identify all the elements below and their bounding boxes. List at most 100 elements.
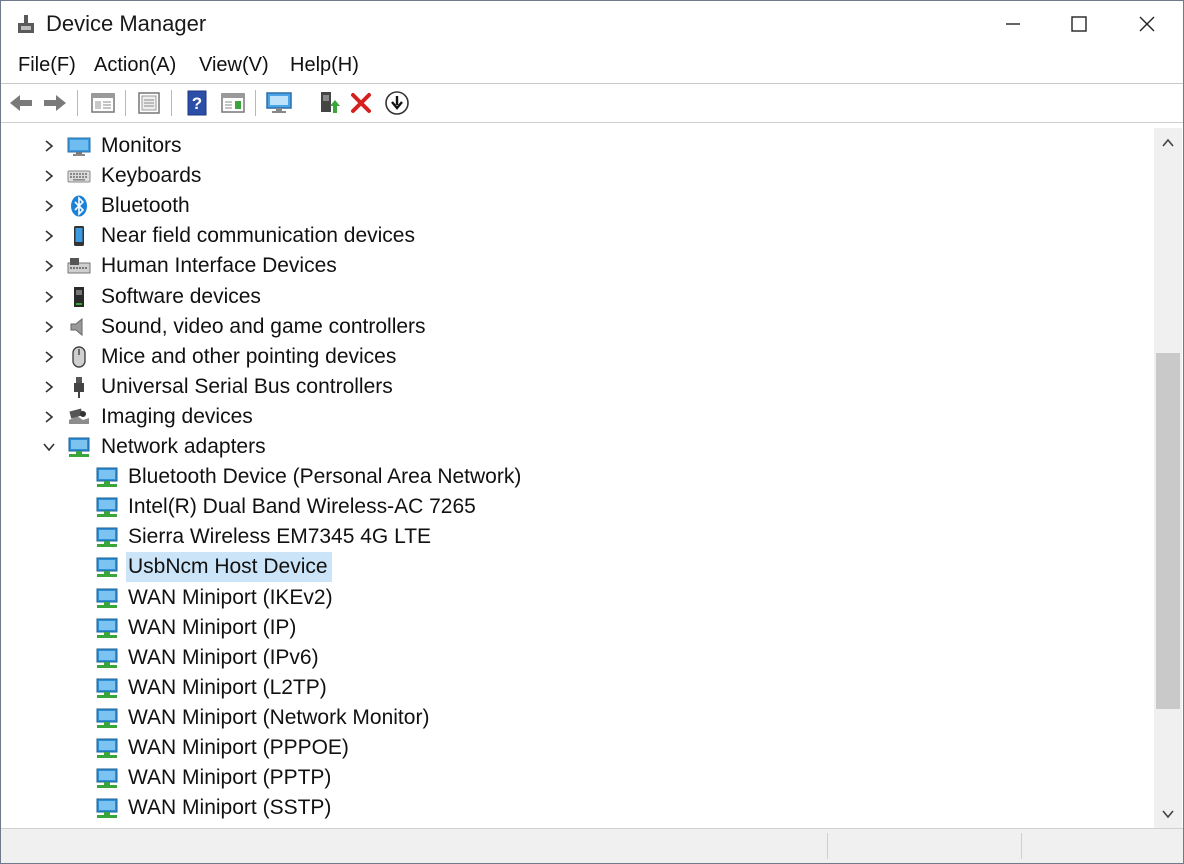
toolbar-separator [125,90,126,116]
maximize-button[interactable] [1045,1,1113,47]
properties-button[interactable] [135,89,163,117]
tree-category-label: Network adapters [101,435,266,458]
network-adapter-icon [96,798,118,819]
show-hide-tree-icon [91,93,115,113]
tree-device-item[interactable]: Intel(R) Dual Band Wireless-AC 7265 [5,492,1145,522]
chevron-right-icon[interactable] [41,258,57,274]
back-button[interactable] [7,89,35,117]
keyboard-icon [67,170,91,183]
tree-device-item[interactable]: WAN Miniport (PPPOE) [5,733,1145,763]
tree-category[interactable]: Universal Serial Bus controllers [5,372,1145,402]
maximize-icon [1071,16,1087,32]
chevron-right-icon[interactable] [41,319,57,335]
network-adapter-icon [96,708,118,728]
tree-device-item[interactable]: WAN Miniport (IP) [5,613,1145,643]
scroll-down-icon[interactable] [1159,805,1177,823]
action-pane-button[interactable] [219,89,247,117]
properties-icon [138,92,160,114]
tree-category-label: Human Interface Devices [101,254,337,278]
help-icon: ? [187,90,207,116]
menu-file[interactable]: File(F) [18,51,76,79]
tree-category[interactable]: Human Interface Devices [5,251,1145,281]
chevron-right-icon[interactable] [41,379,57,395]
download-button[interactable] [383,89,411,117]
network-adapter-icon [96,678,118,698]
tree-category[interactable]: Sound, video and game controllers [5,312,1145,342]
tree-device-item[interactable]: WAN Miniport (IKEv2) [5,583,1145,613]
action-pane-icon [221,93,245,113]
chevron-right-icon[interactable] [41,168,57,184]
tree-category[interactable]: Software devices [5,282,1145,312]
minimize-button[interactable] [979,1,1047,47]
chevron-right-icon[interactable] [41,289,57,305]
scan-hardware-button[interactable] [265,89,293,117]
scan-hardware-icon [266,92,292,113]
tree-device-item[interactable]: WAN Miniport (L2TP) [5,673,1145,703]
tree-device-item[interactable]: UsbNcm Host Device [5,552,1145,583]
mouse-icon [72,345,86,368]
chevron-right-icon[interactable] [41,409,57,425]
tree-device-item[interactable]: Bluetooth Device (Personal Area Network) [5,462,1145,492]
update-driver-button[interactable] [315,89,343,117]
toolbar-separator [255,90,256,116]
network-adapter-icon [96,557,118,578]
chevron-right-icon[interactable] [41,349,57,365]
tree-category-label: Keyboards [101,164,202,188]
network-adapter-icon [68,437,90,457]
toolbar-separator [171,90,172,116]
tree-device-item[interactable]: WAN Miniport (IPv6) [5,643,1145,673]
network-adapter-icon [96,738,118,758]
download-icon [385,91,409,115]
speaker-icon [70,317,83,336]
tree-device-label: WAN Miniport (IPv6) [128,645,319,669]
tree-device-item[interactable]: Sierra Wireless EM7345 4G LTE [5,522,1145,552]
tree-device-label: UsbNcm Host Device [126,552,332,583]
menu-help[interactable]: Help(H) [290,51,359,79]
scrollbar-thumb[interactable] [1156,353,1180,709]
title-bar: Device Manager [1,1,1183,47]
monitor-icon [67,137,91,156]
svg-text:?: ? [192,94,202,113]
bluetooth-icon [71,195,87,217]
network-adapter-icon [96,768,118,789]
tree-device-item[interactable]: WAN Miniport (PPTP) [5,763,1145,793]
chevron-right-icon[interactable] [41,198,57,214]
help-button[interactable]: ? [183,89,211,117]
window-title: Device Manager [46,11,207,36]
network-adapter-icon [96,467,118,488]
tree-category[interactable]: Monitors [5,131,1145,161]
tree-category[interactable]: Near field communication devices [5,221,1145,251]
menu-view[interactable]: View(V) [199,51,269,79]
chevron-right-icon[interactable] [41,228,57,244]
tree-device-item[interactable]: WAN Miniport (Network Monitor) [5,703,1145,733]
tree-category[interactable]: Mice and other pointing devices [5,342,1145,372]
tree-device-label: WAN Miniport (PPPOE) [128,736,349,759]
network-adapter-icon [96,648,118,668]
tree-device-label: WAN Miniport (SSTP) [128,796,332,820]
back-arrow-icon [10,95,32,111]
chevron-right-icon[interactable] [41,138,57,154]
network-adapter-icon [96,618,118,638]
chevron-down-icon[interactable] [41,439,57,455]
close-button[interactable] [1113,1,1181,47]
tree-category-label: Universal Serial Bus controllers [101,374,393,398]
usb-icon [74,376,84,398]
tree-device-label: WAN Miniport (L2TP) [128,675,327,699]
tree-device-label: WAN Miniport (PPTP) [128,766,332,790]
forward-button[interactable] [41,89,69,117]
camera-icon [69,408,89,424]
menu-action[interactable]: Action(A) [94,51,176,79]
tree-category-label: Monitors [101,134,182,157]
tree-category[interactable]: Bluetooth [5,191,1145,221]
tree-category[interactable]: Network adapters [5,432,1145,462]
tree-category[interactable]: Imaging devices [5,402,1145,432]
uninstall-device-button[interactable] [347,89,375,117]
tree-device-item[interactable]: WAN Miniport (SSTP) [5,793,1145,823]
tree-category-label: Bluetooth [101,194,190,218]
scroll-up-icon[interactable] [1159,134,1177,152]
tree-category[interactable]: Keyboards [5,161,1145,191]
show-hide-tree-button[interactable] [89,89,117,117]
status-bar [1,828,1183,863]
device-manager-window: Device Manager File(F) Action(A) View(V)… [0,0,1184,864]
tree-category-label: Imaging devices [101,404,253,428]
